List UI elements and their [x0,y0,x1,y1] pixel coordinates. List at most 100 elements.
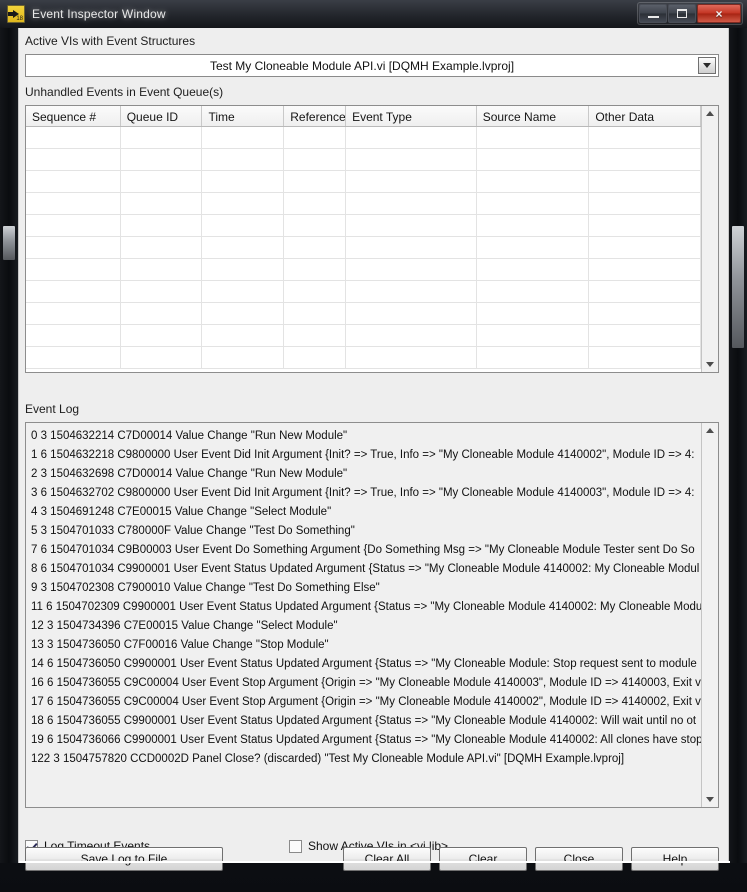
table-column-header[interactable]: Other Data [589,106,702,126]
table-cell[interactable] [346,347,477,368]
table-cell[interactable] [477,281,590,302]
table-cell[interactable] [121,281,203,302]
event-log-line[interactable]: 18 6 1504736055 C9900001 User Event Stat… [31,712,701,731]
event-log-line[interactable]: 19 6 1504736066 C9900001 User Event Stat… [31,731,701,750]
active-vis-select[interactable]: Test My Cloneable Module API.vi [DQMH Ex… [25,54,719,77]
table-cell[interactable] [121,347,203,368]
event-log-line[interactable]: 8 6 1504701034 C9900001 User Event Statu… [31,560,701,579]
table-cell[interactable] [477,303,590,324]
table-cell[interactable] [346,149,477,170]
table-column-header[interactable]: Time [202,106,285,126]
event-log-line[interactable]: 11 6 1504702309 C9900001 User Event Stat… [31,598,701,617]
table-cell[interactable] [589,347,701,368]
scroll-up-arrow-icon[interactable] [702,106,718,121]
table-cell[interactable] [121,127,203,148]
event-log-line[interactable]: 12 3 1504734396 C7E00015 Value Change "S… [31,617,701,636]
table-cell[interactable] [346,281,477,302]
table-cell[interactable] [284,215,347,236]
event-log-line[interactable]: 4 3 1504691248 C7E00015 Value Change "Se… [31,503,701,522]
table-cell[interactable] [346,171,477,192]
table-cell[interactable] [477,237,590,258]
table-cell[interactable] [284,281,347,302]
event-log-lines[interactable]: 0 3 1504632214 C7D00014 Value Change "Ru… [26,423,701,807]
table-column-header[interactable]: Source Name [477,106,590,126]
close-button[interactable]: Close [535,847,623,871]
table-cell[interactable] [589,193,701,214]
clear-button[interactable]: Clear [439,847,527,871]
table-cell[interactable] [477,127,590,148]
table-column-header[interactable]: Event Type [346,106,477,126]
event-log-line[interactable]: 13 3 1504736050 C7F00016 Value Change "S… [31,636,701,655]
table-cell[interactable] [284,325,347,346]
table-row[interactable] [26,237,701,259]
event-log-line[interactable]: 14 6 1504736050 C9900001 User Event Stat… [31,655,701,674]
table-cell[interactable] [26,127,121,148]
table-cell[interactable] [202,171,285,192]
table-column-header[interactable]: Reference [284,106,347,126]
table-cell[interactable] [346,303,477,324]
table-cell[interactable] [284,171,347,192]
table-cell[interactable] [589,171,701,192]
table-cell[interactable] [477,347,590,368]
table-cell[interactable] [202,303,285,324]
table-cell[interactable] [121,303,203,324]
table-cell[interactable] [284,303,347,324]
table-cell[interactable] [121,325,203,346]
table-cell[interactable] [589,259,701,280]
maximize-button[interactable] [668,4,696,23]
table-cell[interactable] [346,215,477,236]
table-cell[interactable] [26,259,121,280]
table-cell[interactable] [121,237,203,258]
table-cell[interactable] [346,237,477,258]
table-row[interactable] [26,193,701,215]
table-cell[interactable] [26,325,121,346]
table-cell[interactable] [284,149,347,170]
table-row[interactable] [26,149,701,171]
event-log-box[interactable]: 0 3 1504632214 C7D00014 Value Change "Ru… [25,422,719,808]
table-cell[interactable] [202,347,285,368]
table-cell[interactable] [26,215,121,236]
clear-all-button[interactable]: Clear All [343,847,431,871]
table-cell[interactable] [202,325,285,346]
events-table-scrollbar[interactable] [701,106,718,372]
help-button[interactable]: Help [631,847,719,871]
table-row[interactable] [26,171,701,193]
table-row[interactable] [26,347,701,369]
table-cell[interactable] [284,259,347,280]
table-cell[interactable] [284,347,347,368]
event-log-line[interactable]: 0 3 1504632214 C7D00014 Value Change "Ru… [31,427,701,446]
event-log-line[interactable]: 17 6 1504736055 C9C00004 User Event Stop… [31,693,701,712]
table-cell[interactable] [477,215,590,236]
scroll-up-arrow-icon[interactable] [702,423,718,438]
table-cell[interactable] [284,193,347,214]
table-cell[interactable] [202,193,285,214]
event-log-scrollbar[interactable] [701,423,718,807]
table-cell[interactable] [477,149,590,170]
event-log-line[interactable]: 2 3 1504632698 C7D00014 Value Change "Ru… [31,465,701,484]
table-cell[interactable] [202,149,285,170]
scroll-down-arrow-icon[interactable] [702,357,718,372]
table-cell[interactable] [26,237,121,258]
table-cell[interactable] [477,325,590,346]
table-body[interactable] [26,127,701,372]
chevron-down-icon[interactable] [698,57,716,74]
close-window-button[interactable]: × [697,4,741,23]
table-cell[interactable] [284,127,347,148]
table-cell[interactable] [202,215,285,236]
right-scrollbar-thumb[interactable] [732,226,744,348]
event-log-line[interactable]: 9 3 1504702308 C7900010 Value Change "Te… [31,579,701,598]
table-cell[interactable] [202,281,285,302]
table-cell[interactable] [121,171,203,192]
table-cell[interactable] [121,149,203,170]
table-cell[interactable] [589,281,701,302]
table-cell[interactable] [589,237,701,258]
event-log-line[interactable]: 3 6 1504632702 C9800000 User Event Did I… [31,484,701,503]
table-cell[interactable] [26,171,121,192]
table-column-header[interactable]: Sequence # [26,106,121,126]
table-row[interactable] [26,325,701,347]
left-scrollbar-thumb[interactable] [3,226,15,260]
event-log-line[interactable]: 5 3 1504701033 C780000F Value Change "Te… [31,522,701,541]
table-cell[interactable] [26,193,121,214]
table-cell[interactable] [26,281,121,302]
table-row[interactable] [26,259,701,281]
